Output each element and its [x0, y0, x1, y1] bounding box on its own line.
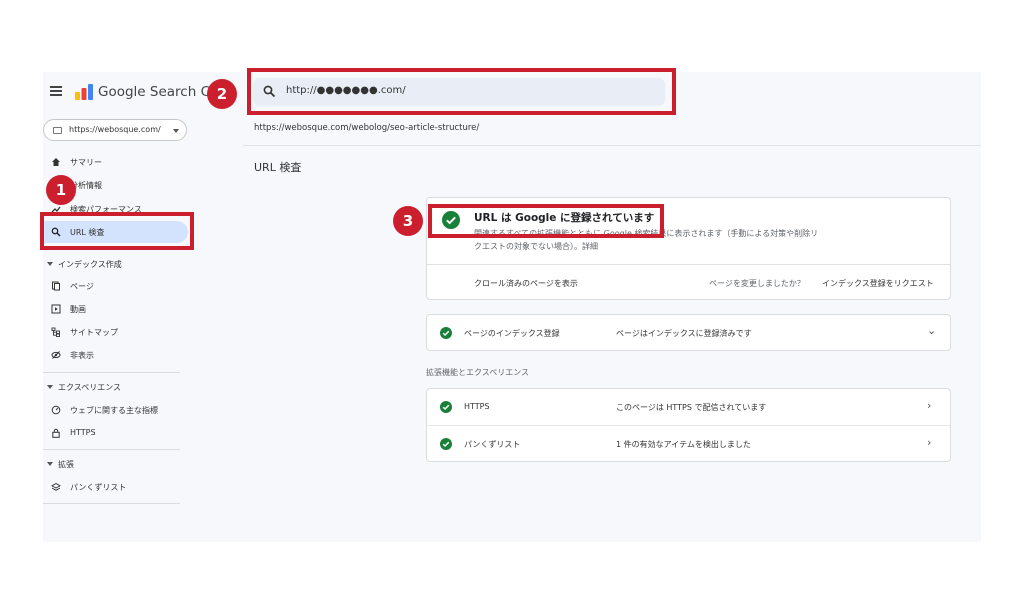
sidebar-item-label: パンくずリスト — [70, 483, 127, 492]
chevron-down-icon — [173, 129, 179, 133]
page-indexing-row[interactable]: ページのインデックス登録 ページはインデックスに登録済みです ⌄ — [426, 314, 951, 351]
row-divider — [427, 425, 950, 426]
sidebar-divider — [43, 503, 180, 504]
chevron-right-icon[interactable]: › — [927, 436, 931, 449]
video-icon — [51, 304, 61, 314]
page-indexing-value: ページはインデックスに登録済みです — [616, 329, 752, 338]
page-title: URL 検査 — [254, 161, 302, 174]
card-divider — [427, 264, 950, 265]
eye-off-icon — [51, 351, 61, 359]
enhancement-value: このページは HTTPS で配信されています — [616, 403, 767, 412]
annotation-badge-1: 1 — [46, 175, 76, 205]
search-console-logo-icon — [75, 84, 93, 100]
view-crawled-page-link[interactable]: クロール済みのページを表示 — [474, 278, 578, 289]
sidebar-item-removals[interactable]: 非表示 — [43, 344, 188, 366]
layers-icon — [51, 482, 61, 491]
enhancement-label: HTTPS — [464, 402, 490, 411]
check-circle-icon — [440, 327, 452, 339]
request-indexing-button[interactable]: インデックス登録をリクエスト — [822, 278, 934, 289]
hamburger-menu-icon[interactable] — [50, 86, 62, 96]
speed-gauge-icon — [51, 405, 61, 415]
sidebar-item-videos[interactable]: 動画 — [43, 298, 188, 320]
check-circle-icon — [440, 438, 452, 450]
enhancements-card: HTTPS このページは HTTPS で配信されています › パンくずリスト 1… — [426, 388, 951, 462]
sidebar-item-label: ウェブに関する主な指標 — [70, 406, 158, 415]
property-selector[interactable]: https://webosque.com/ — [43, 119, 187, 141]
header-divider — [243, 145, 981, 146]
annotation-box-url-inspection — [40, 212, 194, 250]
sidebar-section-indexing[interactable]: インデックス作成 — [43, 259, 122, 270]
annotation-badge-3: 3 — [393, 206, 423, 236]
sidebar-item-sitemaps[interactable]: サイトマップ — [43, 321, 188, 343]
enhancement-value: 1 件の有効なアイテムを検出しました — [616, 440, 751, 449]
enhancement-label: パンくずリスト — [464, 440, 521, 449]
inspected-url: https://webosque.com/webolog/seo-article… — [254, 123, 480, 133]
sidebar-item-label: ページ — [70, 282, 94, 291]
product-title: Google Search Console — [98, 84, 218, 100]
pages-icon — [52, 281, 60, 291]
caret-down-icon — [47, 462, 53, 466]
chevron-down-icon[interactable]: ⌄ — [927, 324, 936, 337]
sidebar-item-label: 動画 — [70, 305, 86, 314]
sitemap-icon — [51, 327, 60, 337]
sidebar-item-pages[interactable]: ページ — [43, 275, 188, 297]
property-label: https://webosque.com/ — [69, 125, 161, 134]
caret-down-icon — [47, 385, 53, 389]
sidebar-section-enhancements[interactable]: 拡張 — [43, 459, 74, 470]
sidebar-item-summary[interactable]: サマリー — [43, 151, 188, 173]
sidebar-item-label: サマリー — [70, 158, 102, 167]
sidebar-divider — [43, 372, 180, 373]
annotation-badge-2: 2 — [207, 79, 237, 109]
sidebar-section-experience[interactable]: エクスペリエンス — [43, 382, 121, 393]
monitor-icon — [53, 127, 62, 134]
sidebar-item-core-web-vitals[interactable]: ウェブに関する主な指標 — [43, 399, 188, 421]
chevron-right-icon[interactable]: › — [927, 399, 931, 412]
page-changed-question: ページを変更しましたか？ — [709, 279, 805, 288]
search-console-window: Google Search Console http://●●●●●●●.com… — [43, 72, 981, 542]
annotation-box-status — [428, 204, 664, 238]
sidebar-item-https[interactable]: HTTPS — [43, 422, 188, 444]
sidebar-item-breadcrumbs[interactable]: パンくずリスト — [43, 476, 188, 498]
home-icon — [52, 158, 60, 166]
check-circle-icon — [440, 401, 452, 413]
caret-down-icon — [47, 262, 53, 266]
sidebar-divider — [43, 449, 180, 450]
sidebar-item-label: 非表示 — [70, 351, 94, 360]
lock-icon — [52, 428, 60, 438]
sidebar-item-label: サイトマップ — [70, 328, 118, 337]
sidebar-item-label: HTTPS — [70, 428, 96, 437]
enhancements-heading: 拡張機能とエクスペリエンス — [426, 368, 530, 377]
annotation-box-search-bar — [247, 68, 676, 115]
page-indexing-label: ページのインデックス登録 — [464, 329, 560, 338]
